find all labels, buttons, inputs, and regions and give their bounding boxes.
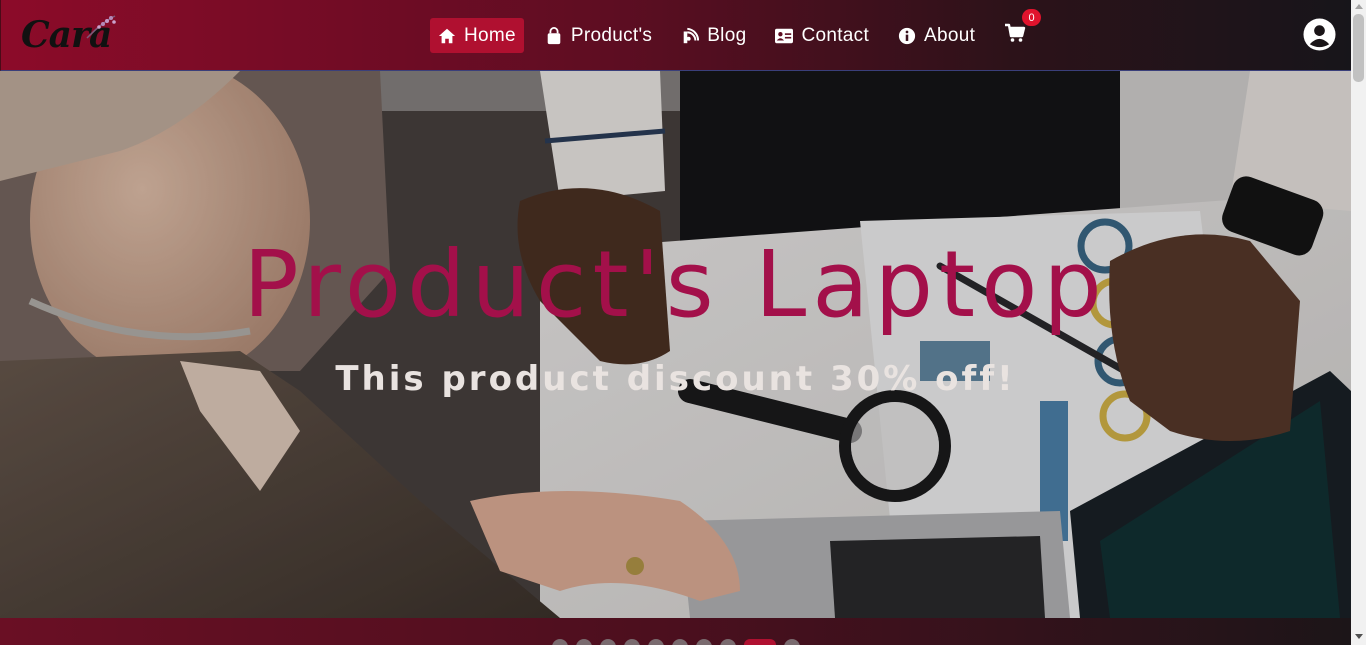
nav-products[interactable]: Product's [537, 18, 660, 53]
brand-logo[interactable]: Cara [19, 12, 119, 58]
account-icon[interactable] [1303, 18, 1336, 51]
info-icon [898, 27, 916, 44]
top-navbar: Cara Home Product's Blog Contact About 0 [0, 0, 1351, 71]
scroll-down-arrow-icon[interactable] [1355, 634, 1363, 639]
carousel-dot[interactable] [576, 639, 592, 645]
hero-banner: Product's Laptop This product discount 3… [0, 71, 1351, 618]
carousel-dot[interactable] [600, 639, 616, 645]
carousel-dot[interactable] [648, 639, 664, 645]
hero-overlay [0, 71, 1351, 618]
carousel-indicator-bar [0, 618, 1351, 645]
contact-card-icon [775, 28, 794, 43]
flower-icon [86, 15, 116, 39]
nav-about[interactable]: About [890, 18, 983, 53]
cart-count-badge: 0 [1022, 9, 1041, 26]
home-icon [438, 28, 456, 43]
nav-blog-label: Blog [707, 24, 747, 46]
nav-blog[interactable]: Blog [673, 18, 754, 53]
blog-icon [683, 27, 700, 43]
carousel-dot[interactable] [720, 639, 736, 645]
carousel-dot[interactable] [784, 639, 800, 645]
scroll-up-arrow-icon[interactable] [1355, 4, 1363, 9]
main-nav: Home Product's Blog Contact About [430, 18, 996, 53]
nav-home[interactable]: Home [430, 18, 524, 53]
carousel-dot[interactable] [552, 639, 568, 645]
carousel-dot[interactable] [696, 639, 712, 645]
scroll-thumb[interactable] [1353, 14, 1364, 82]
carousel-dot[interactable] [672, 639, 688, 645]
carousel-dot[interactable] [624, 639, 640, 645]
nav-contact[interactable]: Contact [767, 18, 877, 53]
nav-about-label: About [924, 24, 976, 46]
page-scrollbar[interactable] [1351, 0, 1366, 645]
nav-contact-label: Contact [801, 24, 870, 46]
shopping-bag-icon [547, 26, 561, 44]
cart-icon[interactable] [1004, 22, 1026, 44]
hero-title: Product's Laptop [243, 231, 1108, 338]
hero-subtitle: This product discount 30% off! [335, 359, 1016, 399]
carousel-dot[interactable] [744, 639, 776, 645]
nav-home-label: Home [464, 24, 516, 46]
nav-products-label: Product's [570, 24, 653, 46]
carousel-dots [552, 639, 808, 645]
